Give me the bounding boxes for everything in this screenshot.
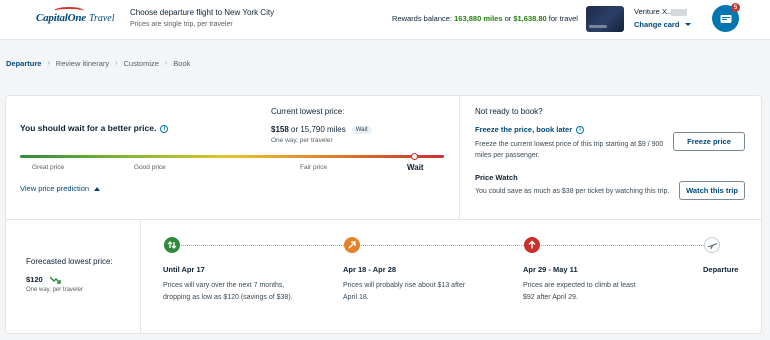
breadcrumb-review-itinerary: Review itinerary [55,59,110,68]
forecast-timeline [178,245,718,246]
wait-badge: Wait [351,125,372,134]
capital-one-travel-logo[interactable]: Capital One Travel [36,7,115,24]
timeline-step-title: Apr 29 - May 11 [523,265,578,274]
timeline-step-description: Prices will vary over the next 7 months,… [163,280,313,304]
current-price-label: Current lowest price: [271,107,345,116]
step-desc-amount: $120 [223,294,239,301]
card-name: Venture X.. [634,7,688,16]
gauge-label-good: Good price [134,164,166,171]
airplane-icon [704,237,720,253]
breadcrumb-book: Book [173,59,191,68]
price-prediction-panel: You should wait for a better price. i Cur… [5,95,762,334]
current-price: $158 or 15,790 miles Wait [271,125,372,134]
timeline-step-title: Departure [703,265,739,274]
timeline-step-description: Prices are expected to climb at least $9… [523,280,648,304]
forecast-label: Forecasted lowest price: [26,257,113,266]
current-price-miles: or 15,790 miles [288,125,346,134]
gauge-label-fair: Fair price [300,164,328,171]
logo-product: Travel [88,12,115,24]
freeze-title-text: Freeze the price, book later [475,125,573,134]
card-name-text: Venture X.. [634,7,672,16]
logo-swoosh-icon [54,7,84,15]
step-desc-amount: $92 [523,294,535,301]
view-price-prediction-link[interactable]: View price prediction [20,184,101,193]
caret-up-icon [94,187,101,192]
arrow-up-icon [524,237,540,253]
breadcrumb-customize: Customize [123,59,159,68]
price-watch-title: Price Watch [475,173,518,182]
rewards-or: or [502,14,514,23]
rewards-prefix: Rewards balance: [392,14,455,23]
credit-card-image [586,6,624,32]
cart-icon [720,14,731,23]
price-gauge-marker [411,153,418,160]
forecast-price: $120 [26,275,43,284]
change-card-label: Change card [634,20,680,29]
view-prediction-label: View price prediction [20,184,90,193]
gauge-label-great: Great price [32,164,65,171]
arrow-up-right-icon [344,237,360,253]
step-desc-text: Prices will probably rise about [343,282,438,289]
forecast-subtext: One way, per traveler [26,287,83,293]
chevron-right-icon: › [115,60,118,67]
step-desc-text: (savings of $38). [238,294,293,301]
chevron-right-icon: › [47,60,50,67]
flight-title: Choose departure flight to New York City [130,8,275,17]
rewards-suffix: for travel [546,14,578,23]
rewards-miles: 163,880 miles [454,14,503,23]
wait-title-text: You should wait for a better price. [20,123,157,133]
not-ready-heading: Not ready to book? [475,107,543,116]
chevron-right-icon: › [164,60,168,67]
timeline-step-title: Until Apr 17 [163,265,205,274]
current-price-subtext: One way, per traveler [271,137,333,144]
forecast-divider [140,220,141,334]
trend-down-icon [50,276,61,284]
breadcrumb-departure[interactable]: Departure [6,59,41,68]
timeline-step-description: Prices will probably rise about $13 afte… [343,280,473,304]
price-gauge-bar [20,155,444,158]
change-card-button[interactable]: Change card [634,20,691,29]
gauge-label-wait: Wait [407,163,424,172]
current-price-amount: $158 [271,125,289,134]
price-watch-description: You could save as much as $38 per ticket… [475,188,670,195]
wait-recommendation: You should wait for a better price. i [20,123,169,133]
step-desc-amount: $13 [437,282,450,289]
top-bar: Capital One Travel Choose departure fligh… [0,0,770,40]
breadcrumb: Departure › Review itinerary › Customize… [6,59,190,68]
horizontal-divider [6,219,761,220]
step-desc-text: Prices are expected to climb at least [523,282,636,289]
masked-card-digits [671,8,688,16]
flight-subtitle: Prices are single trip, per traveler [130,21,233,28]
cart-count-badge: 5 [731,3,740,12]
step-desc-text: after April 29. [534,294,578,301]
timeline-step-title: Apr 18 - Apr 28 [343,265,397,274]
freeze-title: Freeze the price, book later i [475,125,585,135]
freeze-description: Freeze the current lowest price of this … [475,141,664,159]
rewards-balance: Rewards balance: 163,880 miles or $1,638… [392,14,578,23]
chevron-down-icon [684,23,691,27]
up-down-arrows-icon [164,237,180,253]
info-icon[interactable]: i [576,126,585,135]
freeze-price-button[interactable]: Freeze price [673,132,745,151]
rewards-cash: $1,638.80 [513,14,547,23]
info-icon[interactable]: i [160,124,169,133]
vertical-divider [459,96,460,219]
watch-trip-button[interactable]: Watch this trip [679,181,745,200]
